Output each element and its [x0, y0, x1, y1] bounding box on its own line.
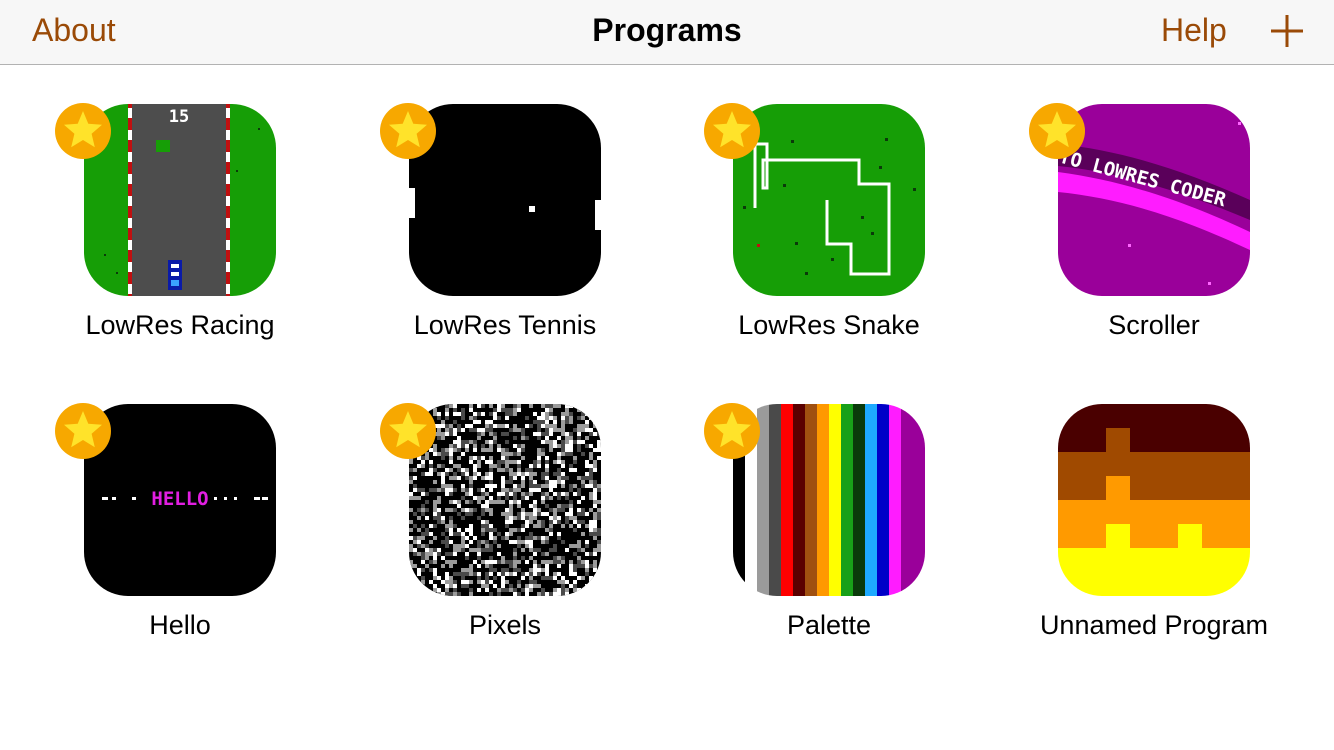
program-tile[interactable]: TO LOWRES CODER Scroller	[992, 102, 1292, 364]
program-name: LowRes Tennis	[413, 310, 597, 340]
favorite-star-icon	[703, 102, 761, 160]
program-name: LowRes Racing	[85, 310, 275, 340]
favorite-star-icon	[54, 402, 112, 460]
program-thumbnail[interactable]	[1058, 404, 1250, 596]
program-tile[interactable]: HELLO Hello	[18, 402, 318, 664]
navigation-bar: About Programs Help	[0, 0, 1334, 65]
plus-icon[interactable]	[1270, 14, 1304, 48]
program-tile[interactable]: Pixels	[343, 402, 643, 664]
program-name: Hello	[149, 610, 211, 640]
favorite-star-icon	[1028, 102, 1086, 160]
racing-score: 15	[169, 107, 189, 127]
program-thumbnail[interactable]	[733, 404, 925, 596]
favorite-star-icon	[379, 402, 437, 460]
program-name: Unnamed Program	[1039, 610, 1269, 640]
program-tile[interactable]: Palette	[667, 402, 967, 664]
program-tile[interactable]: 15 LowRes Racing	[18, 102, 318, 364]
program-name: LowRes Snake	[738, 310, 920, 340]
favorite-star-icon	[54, 102, 112, 160]
program-tile[interactable]: LowRes Tennis	[343, 102, 643, 364]
program-thumbnail[interactable]	[733, 104, 925, 296]
program-thumbnail[interactable]: TO LOWRES CODER	[1058, 104, 1250, 296]
program-thumbnail[interactable]	[409, 404, 601, 596]
help-button[interactable]: Help	[1161, 12, 1227, 49]
program-name: Pixels	[468, 610, 542, 640]
program-name: Scroller	[1108, 310, 1200, 340]
favorite-star-icon	[703, 402, 761, 460]
page-title: Programs	[592, 12, 742, 48]
favorite-star-icon	[379, 102, 437, 160]
program-tile[interactable]: LowRes Snake	[667, 102, 967, 364]
program-name: Palette	[786, 610, 872, 640]
program-tile[interactable]: Unnamed Program	[992, 404, 1292, 664]
program-thumbnail[interactable]: 15	[84, 104, 276, 296]
program-thumbnail[interactable]	[409, 104, 601, 296]
program-thumbnail[interactable]: HELLO	[84, 404, 276, 596]
hello-text: HELLO	[151, 488, 208, 510]
